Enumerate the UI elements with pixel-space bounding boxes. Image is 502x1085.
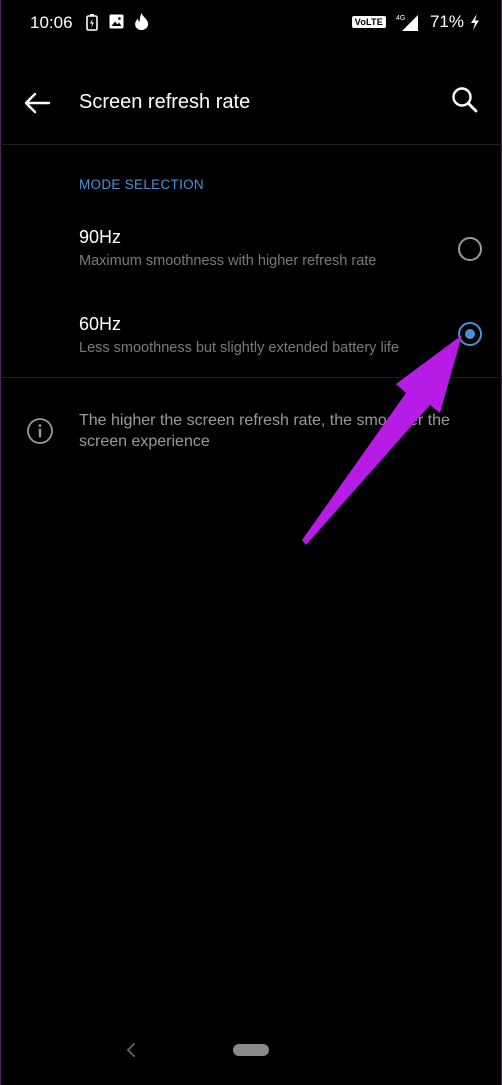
app-bar: Screen refresh rate: [0, 60, 502, 144]
annotation-arrow: [302, 335, 462, 545]
volte-badge: VoLTE: [351, 16, 386, 28]
radio-selected-dot: [465, 329, 475, 339]
battery-saver-icon: [86, 14, 98, 31]
page-title: Screen refresh rate: [79, 91, 251, 113]
options-divider: [0, 377, 502, 378]
tinder-flame-icon: [135, 13, 149, 30]
image-icon: [109, 14, 124, 29]
battery-percent: 71%: [429, 12, 464, 31]
info-text: The higher the screen refresh rate, the …: [79, 412, 450, 450]
search-button[interactable]: [448, 84, 482, 118]
charging-icon: [471, 14, 479, 30]
status-bar: 10:06 VoLTE 4G 71%: [0, 0, 502, 46]
app-bar-divider: [0, 144, 502, 145]
option-subtitle: Maximum smoothness with higher refresh r…: [79, 253, 377, 269]
nav-back-icon[interactable]: [124, 1040, 140, 1060]
back-button[interactable]: [20, 86, 54, 120]
option-subtitle: Less smoothness but slightly extended ba…: [79, 340, 399, 356]
radio-60hz[interactable]: [458, 322, 482, 346]
arrow-back-icon: [24, 92, 51, 114]
option-title: 60Hz: [79, 314, 122, 334]
nav-home-pill[interactable]: [233, 1044, 269, 1056]
search-icon: [452, 87, 478, 113]
radio-90hz[interactable]: [458, 237, 482, 261]
network-type: 4G: [396, 15, 405, 22]
section-header: MODE SELECTION: [79, 177, 204, 192]
signal-icon: 4G: [396, 15, 418, 31]
screen-frame: [0, 0, 502, 1085]
status-right-group: VoLTE 4G 71%: [351, 12, 480, 32]
option-row-60hz[interactable]: 60Hz Less smoothness but slightly extend…: [0, 300, 502, 376]
info-icon: [27, 418, 53, 444]
option-title: 90Hz: [79, 227, 122, 247]
status-time: 10:06: [30, 13, 73, 32]
option-row-90hz[interactable]: 90Hz Maximum smoothness with higher refr…: [0, 214, 502, 290]
